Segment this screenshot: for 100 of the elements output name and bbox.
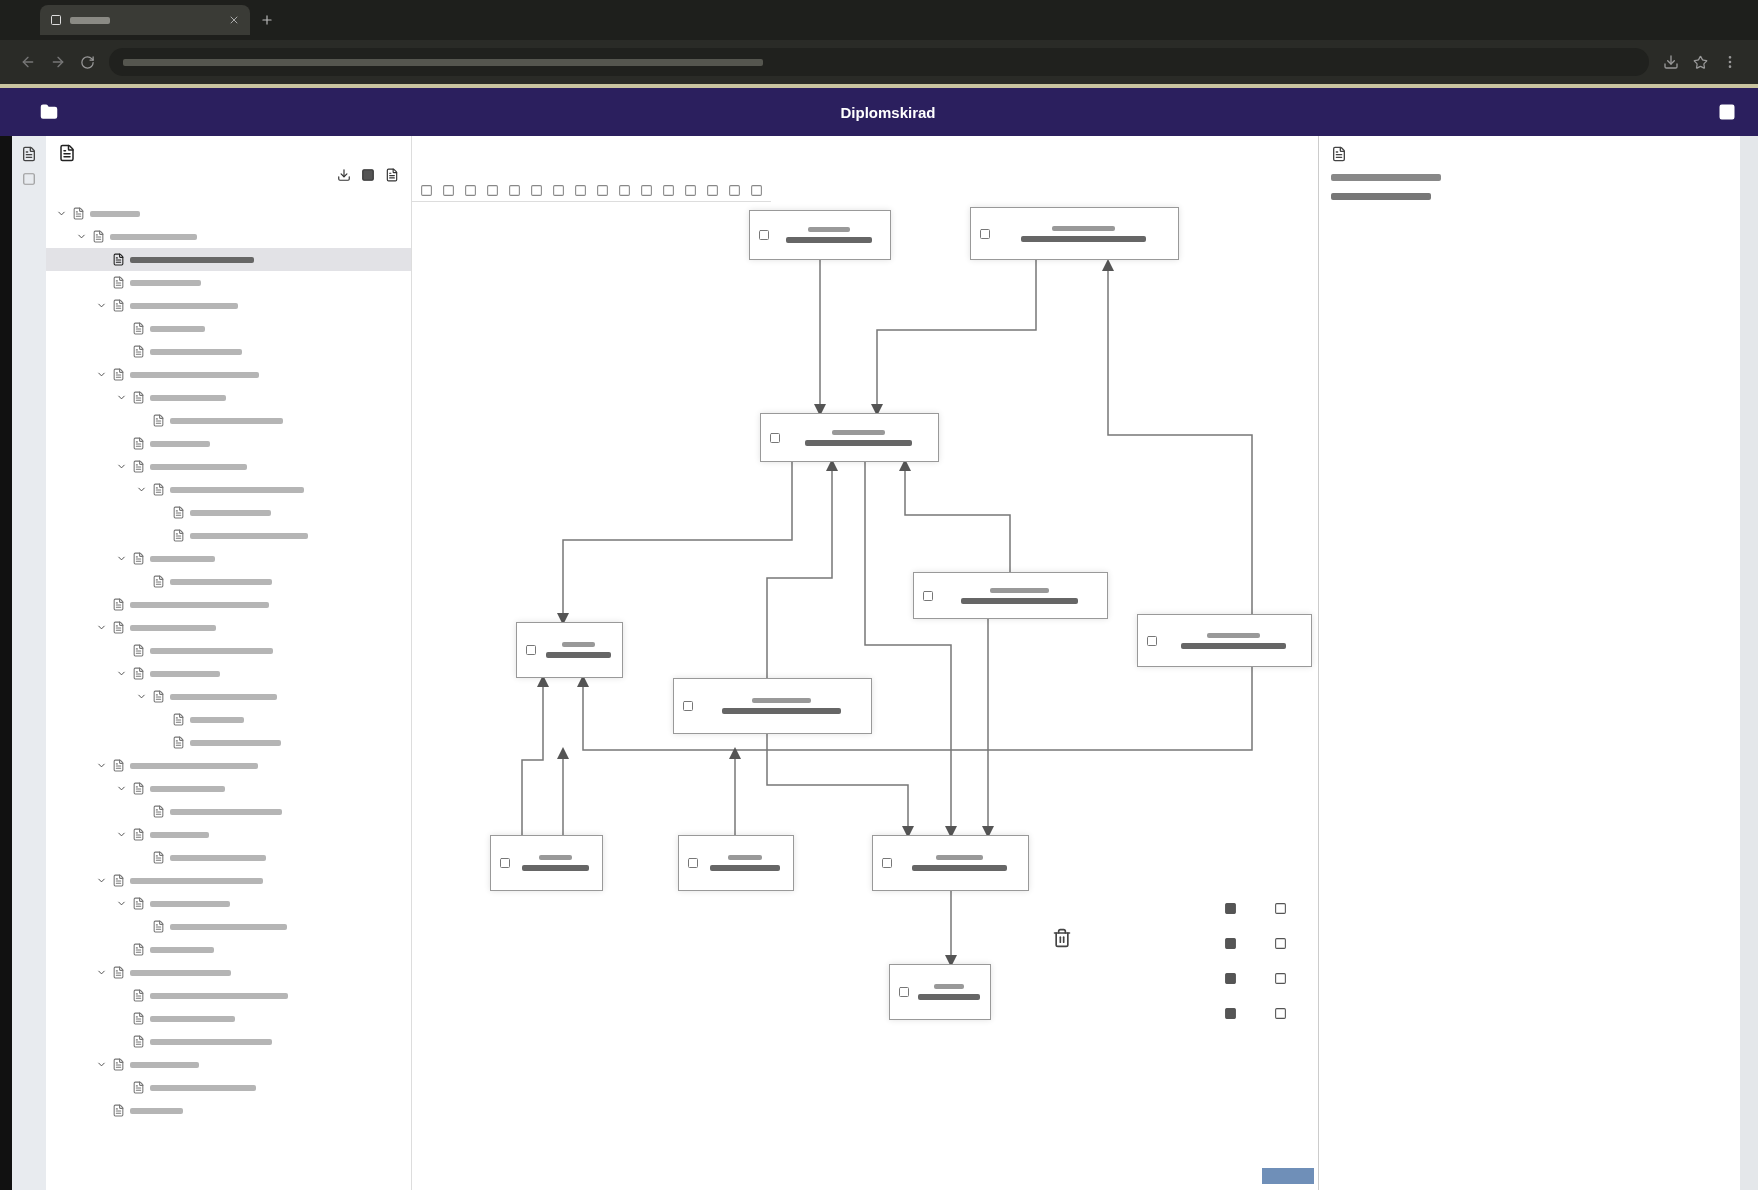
document-icon bbox=[152, 483, 165, 496]
document-icon bbox=[112, 966, 125, 979]
class-node[interactable] bbox=[889, 964, 991, 1020]
address-field[interactable] bbox=[109, 48, 1649, 76]
tool-icon[interactable] bbox=[508, 184, 521, 197]
close-icon[interactable] bbox=[228, 14, 240, 26]
tree-item[interactable] bbox=[46, 248, 411, 271]
forward-icon[interactable] bbox=[50, 54, 66, 70]
document-icon bbox=[112, 368, 125, 381]
document-icon bbox=[132, 644, 145, 657]
shape-icon[interactable] bbox=[1274, 902, 1287, 915]
class-icon bbox=[769, 431, 781, 444]
browser-tab[interactable] bbox=[40, 5, 250, 35]
document-icon bbox=[112, 759, 125, 772]
document-icon bbox=[112, 621, 125, 634]
tool-icon[interactable] bbox=[684, 184, 697, 197]
document-icon bbox=[132, 391, 145, 404]
class-icon bbox=[758, 229, 770, 241]
class-node[interactable] bbox=[678, 835, 794, 891]
shape-icon[interactable] bbox=[1224, 972, 1237, 985]
document-icon bbox=[152, 805, 165, 818]
class-node[interactable] bbox=[970, 207, 1179, 260]
document-icon bbox=[132, 1035, 145, 1048]
tool-icon[interactable] bbox=[728, 184, 741, 197]
class-icon bbox=[682, 700, 694, 712]
document-icon[interactable] bbox=[1331, 146, 1347, 162]
app-title: Diplomskirad bbox=[840, 103, 936, 121]
trash-icon[interactable] bbox=[1052, 928, 1072, 948]
star-icon[interactable] bbox=[1693, 54, 1708, 70]
document-icon[interactable] bbox=[385, 168, 399, 182]
class-icon bbox=[1146, 634, 1158, 647]
tool-icon[interactable] bbox=[596, 184, 609, 197]
class-icon bbox=[979, 227, 991, 240]
shape-icon[interactable] bbox=[1274, 1007, 1287, 1020]
class-node[interactable] bbox=[760, 413, 939, 462]
document-icon bbox=[132, 1081, 145, 1094]
tool-icon[interactable] bbox=[662, 184, 675, 197]
class-node[interactable] bbox=[872, 835, 1029, 891]
shape-icon[interactable] bbox=[1274, 937, 1287, 950]
document-icon bbox=[112, 598, 125, 611]
tool-icon[interactable] bbox=[442, 184, 455, 197]
document-icon bbox=[132, 552, 145, 565]
tool-icon[interactable] bbox=[530, 184, 543, 197]
document-icon bbox=[112, 1104, 125, 1117]
shape-icon[interactable] bbox=[1224, 937, 1237, 950]
document-icon bbox=[72, 207, 85, 220]
class-node[interactable] bbox=[749, 210, 891, 260]
tool-icon[interactable] bbox=[552, 184, 565, 197]
download-icon[interactable] bbox=[1663, 54, 1679, 70]
back-icon[interactable] bbox=[20, 54, 36, 70]
document-icon bbox=[152, 414, 165, 427]
document-icon bbox=[112, 299, 125, 312]
class-node[interactable] bbox=[1137, 614, 1312, 667]
document-icon bbox=[132, 1012, 145, 1025]
tool-icon[interactable] bbox=[706, 184, 719, 197]
document-icon bbox=[152, 851, 165, 864]
document-icon bbox=[132, 667, 145, 680]
document-icon bbox=[152, 575, 165, 588]
tool-icon[interactable] bbox=[640, 184, 653, 197]
tool-icon[interactable] bbox=[750, 184, 763, 197]
class-node[interactable] bbox=[490, 835, 603, 891]
shape-icon[interactable] bbox=[1274, 972, 1287, 985]
class-icon bbox=[687, 857, 699, 869]
document-icon bbox=[132, 897, 145, 910]
document-icon[interactable] bbox=[58, 144, 76, 162]
class-node[interactable] bbox=[913, 572, 1108, 619]
class-node[interactable] bbox=[516, 622, 623, 678]
shape-icon[interactable] bbox=[1224, 1007, 1237, 1020]
document-icon bbox=[132, 828, 145, 841]
document-icon bbox=[132, 437, 145, 450]
document-icon bbox=[112, 276, 125, 289]
folder-icon[interactable] bbox=[40, 103, 58, 121]
tool-icon[interactable] bbox=[420, 184, 433, 197]
class-icon bbox=[499, 857, 511, 869]
reload-icon[interactable] bbox=[80, 54, 95, 70]
document-icon bbox=[172, 529, 185, 542]
document-icon[interactable] bbox=[21, 146, 37, 162]
document-icon bbox=[132, 460, 145, 473]
shape-icon[interactable] bbox=[1224, 902, 1237, 915]
square-icon[interactable] bbox=[361, 168, 375, 182]
favicon-icon bbox=[50, 14, 62, 26]
tool-icon[interactable] bbox=[464, 184, 477, 197]
document-icon bbox=[172, 713, 185, 726]
document-icon bbox=[132, 345, 145, 358]
tool-icon[interactable] bbox=[618, 184, 631, 197]
new-tab-icon[interactable] bbox=[260, 13, 274, 27]
document-icon bbox=[92, 230, 105, 243]
document-icon bbox=[112, 1058, 125, 1071]
document-icon bbox=[132, 989, 145, 1002]
download-icon[interactable] bbox=[337, 168, 351, 182]
class-icon bbox=[525, 644, 537, 656]
class-icon bbox=[881, 857, 893, 869]
document-icon bbox=[112, 874, 125, 887]
tool-icon[interactable] bbox=[486, 184, 499, 197]
class-node[interactable] bbox=[673, 678, 872, 734]
document-icon bbox=[132, 943, 145, 956]
document-icon bbox=[152, 690, 165, 703]
document-icon bbox=[112, 253, 125, 266]
class-icon bbox=[898, 986, 910, 998]
tool-icon[interactable] bbox=[574, 184, 587, 197]
